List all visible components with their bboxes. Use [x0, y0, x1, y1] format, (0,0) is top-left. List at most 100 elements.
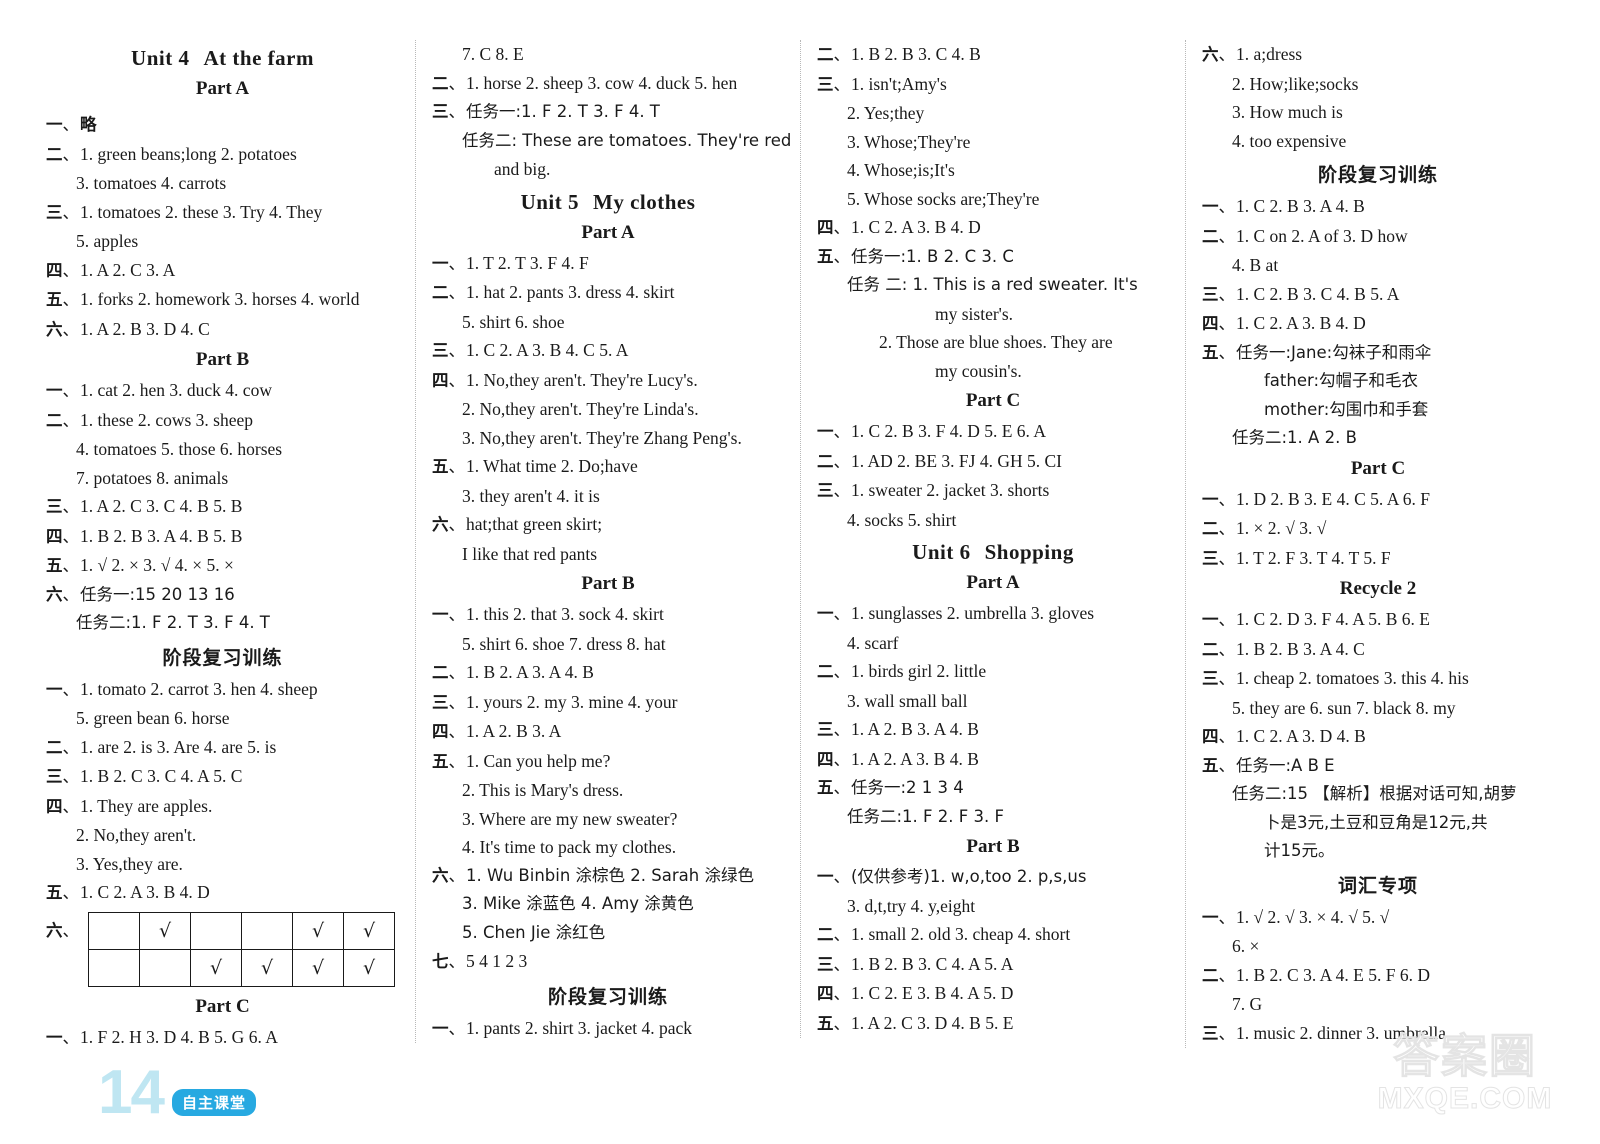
- item-text: 5 4 1 2 3: [466, 951, 528, 971]
- item-marker: 五: [817, 774, 850, 803]
- item-text: 1. C 2. B 3. A 4. B: [1236, 196, 1365, 216]
- item-text: 2. Those are blue shoes. They are: [879, 332, 1113, 352]
- grid-cell: [88, 911, 140, 950]
- item-text: 3. No,they aren't. They're Zhang Peng's.: [462, 427, 742, 448]
- item-text: 1. C 2. A 3. B 4. D: [80, 882, 210, 902]
- item-marker: 六: [432, 862, 465, 891]
- item-text: 任务二:1. F 2. T 3. F 4. T: [76, 613, 270, 632]
- item-marker: 五: [46, 879, 79, 908]
- item-text: 1. C 2. B 3. C 4. B 5. A: [1236, 283, 1400, 304]
- item-text: 1. C 2. A 3. B 4. D: [851, 217, 981, 237]
- item-marker: 四: [1202, 723, 1235, 752]
- grid-cell: √: [190, 948, 242, 987]
- item-marker: 四: [817, 214, 850, 243]
- item-marker: 二: [817, 41, 850, 70]
- item-text: 任务一:A B E: [1236, 755, 1335, 775]
- item-text: 1. AD 2. BE 3. FJ 4. GH 5. CI: [851, 450, 1062, 471]
- item-marker: 六: [432, 511, 465, 540]
- item-marker: 一: [1202, 606, 1235, 635]
- item-marker: 一: [46, 111, 79, 140]
- item-marker: 五: [432, 748, 465, 777]
- unit-5-title: Unit 5 My clothes: [432, 190, 784, 215]
- col4-recycle-heading: Recycle 2: [1339, 578, 1417, 599]
- item-marker: 二: [1202, 636, 1235, 665]
- unit-4-name: At the farm: [203, 46, 314, 70]
- item-marker: 三: [1202, 281, 1235, 310]
- item-text: 任务一:1. B 2. C 3. C: [851, 246, 1014, 266]
- item-marker: 四: [46, 793, 79, 822]
- item-text: 1. A 2. C 3. C 4. B 5. B: [80, 496, 243, 516]
- item-marker: 六: [46, 316, 79, 345]
- item-text: my sister's.: [935, 303, 1014, 324]
- item-text: I like that red pants: [462, 543, 598, 564]
- item-text: 1. B 2. B 3. C 4. A 5. A: [851, 953, 1014, 974]
- item-text: 1. C 2. A 3. B 4. C 5. A: [466, 340, 629, 360]
- item-text: 1. C 2. B 3. F 4. D 5. E 6. A: [851, 421, 1046, 441]
- item-marker: 二: [432, 70, 465, 99]
- item-text: 6. ×: [1232, 936, 1260, 956]
- col1-review-heading: 阶段复习训练: [162, 646, 283, 669]
- item-text: 1. a;dress: [1236, 44, 1303, 64]
- grid-cell: √: [343, 911, 395, 950]
- item-marker: 一: [432, 250, 465, 279]
- item-text: 1. these 2. cows 3. sheep: [80, 409, 254, 430]
- item-marker: 二: [46, 141, 79, 170]
- column-1: Unit 4At the farm Part A 一略 二1. green be…: [30, 40, 415, 1052]
- unit-5-name: My clothes: [593, 189, 696, 214]
- item-text: 任务二:1. A 2. B: [1232, 428, 1357, 447]
- item-marker: 一: [46, 377, 79, 406]
- item-marker: 一: [46, 676, 79, 705]
- item-marker: 七: [432, 948, 465, 977]
- item-text: 1. What time 2. Do;have: [466, 456, 638, 476]
- item-text: 1. B 2. C 3. C 4. A 5. C: [80, 766, 243, 786]
- item-text: 2. This is Mary's dress.: [462, 780, 624, 800]
- unit-6-title: Unit 6 Shopping: [817, 540, 1169, 565]
- col1-part-b-heading: Part B: [195, 349, 250, 370]
- item-text: 1. tomatoes 2. these 3. Try 4. They: [80, 201, 323, 222]
- item-text: 略: [80, 115, 97, 134]
- grid-cell: √: [241, 948, 293, 987]
- item-text: 1. No,they aren't. They're Lucy's.: [466, 369, 698, 390]
- item-marker: 五: [1202, 339, 1235, 368]
- item-text: 1. cat 2. hen 3. duck 4. cow: [80, 380, 272, 400]
- item-marker: 一: [1202, 486, 1235, 515]
- item-text: 1. B 2. A 3. A 4. B: [466, 662, 594, 682]
- col2-part-a-answers: 一1. T 2. T 3. F 4. F 二1. hat 2. pants 3.…: [432, 249, 784, 569]
- item-marker: 四: [432, 367, 465, 396]
- column-2: 7. C 8. E 二1. horse 2. sheep 3. cow 4. d…: [415, 40, 800, 1043]
- item-marker: 四: [46, 523, 79, 552]
- answer-key-page: Unit 4At the farm Part A 一略 二1. green be…: [0, 0, 1600, 1144]
- item-marker: 二: [432, 659, 465, 688]
- item-marker: 三: [432, 689, 465, 718]
- item-text: 3. How much is: [1232, 102, 1343, 122]
- col4-vocab-answers: 一1. √ 2. √ 3. × 4. √ 5. √ 6. × 二1. B 2. …: [1202, 903, 1554, 1049]
- item-text: 2. Yes;they: [847, 103, 925, 123]
- item-text: 3. Whose;They're: [847, 131, 971, 152]
- item-text: 4. socks 5. shirt: [847, 509, 957, 530]
- col4-review-answers: 一1. C 2. B 3. A 4. B 二1. C on 2. A of 3.…: [1202, 192, 1554, 453]
- item-text: 任务一:2 1 3 4: [851, 778, 964, 797]
- item-marker: 六: [46, 908, 79, 954]
- item-text: 4. too expensive: [1232, 130, 1347, 151]
- item-text: 任务一:Jane:勾袜子和雨伞: [1236, 342, 1432, 362]
- column-3: 二1. B 2. B 3. C 4. B 三1. isn't;Amy's 2. …: [800, 40, 1185, 1038]
- item-text: 任务一:15 20 13 16: [80, 584, 235, 604]
- item-text: 5. shirt 6. shoe 7. dress 8. hat: [462, 633, 666, 654]
- item-marker: 六: [46, 581, 79, 610]
- unit-5-number: Unit 5: [520, 189, 580, 214]
- item-text: 1. tomato 2. carrot 3. hen 4. sheep: [80, 678, 318, 699]
- checkbox-grid: √ √ √ √ √ √ √: [88, 911, 395, 987]
- col2-continued-answers: 7. C 8. E 二1. horse 2. sheep 3. cow 4. d…: [432, 40, 791, 184]
- item-text: 任务二: These are tomatoes. They're red: [462, 130, 792, 150]
- unit-6-number: Unit 6: [912, 540, 971, 564]
- item-text: 3. they aren't 4. it is: [462, 485, 600, 506]
- grid-cell: √: [292, 911, 344, 950]
- item-marker: 五: [432, 453, 465, 482]
- item-marker: 二: [817, 658, 850, 687]
- col2-part-b-heading: Part B: [581, 573, 635, 594]
- col4-part-c-heading: Part C: [1350, 457, 1406, 479]
- page-footer: 14 自主课堂 答案圈 MXQE.COM: [0, 1030, 1600, 1144]
- item-marker: 三: [432, 337, 465, 366]
- item-text: 任务二:15 【解析】根据对话可知,胡萝: [1232, 784, 1517, 803]
- item-text: 3. wall small ball: [847, 690, 968, 711]
